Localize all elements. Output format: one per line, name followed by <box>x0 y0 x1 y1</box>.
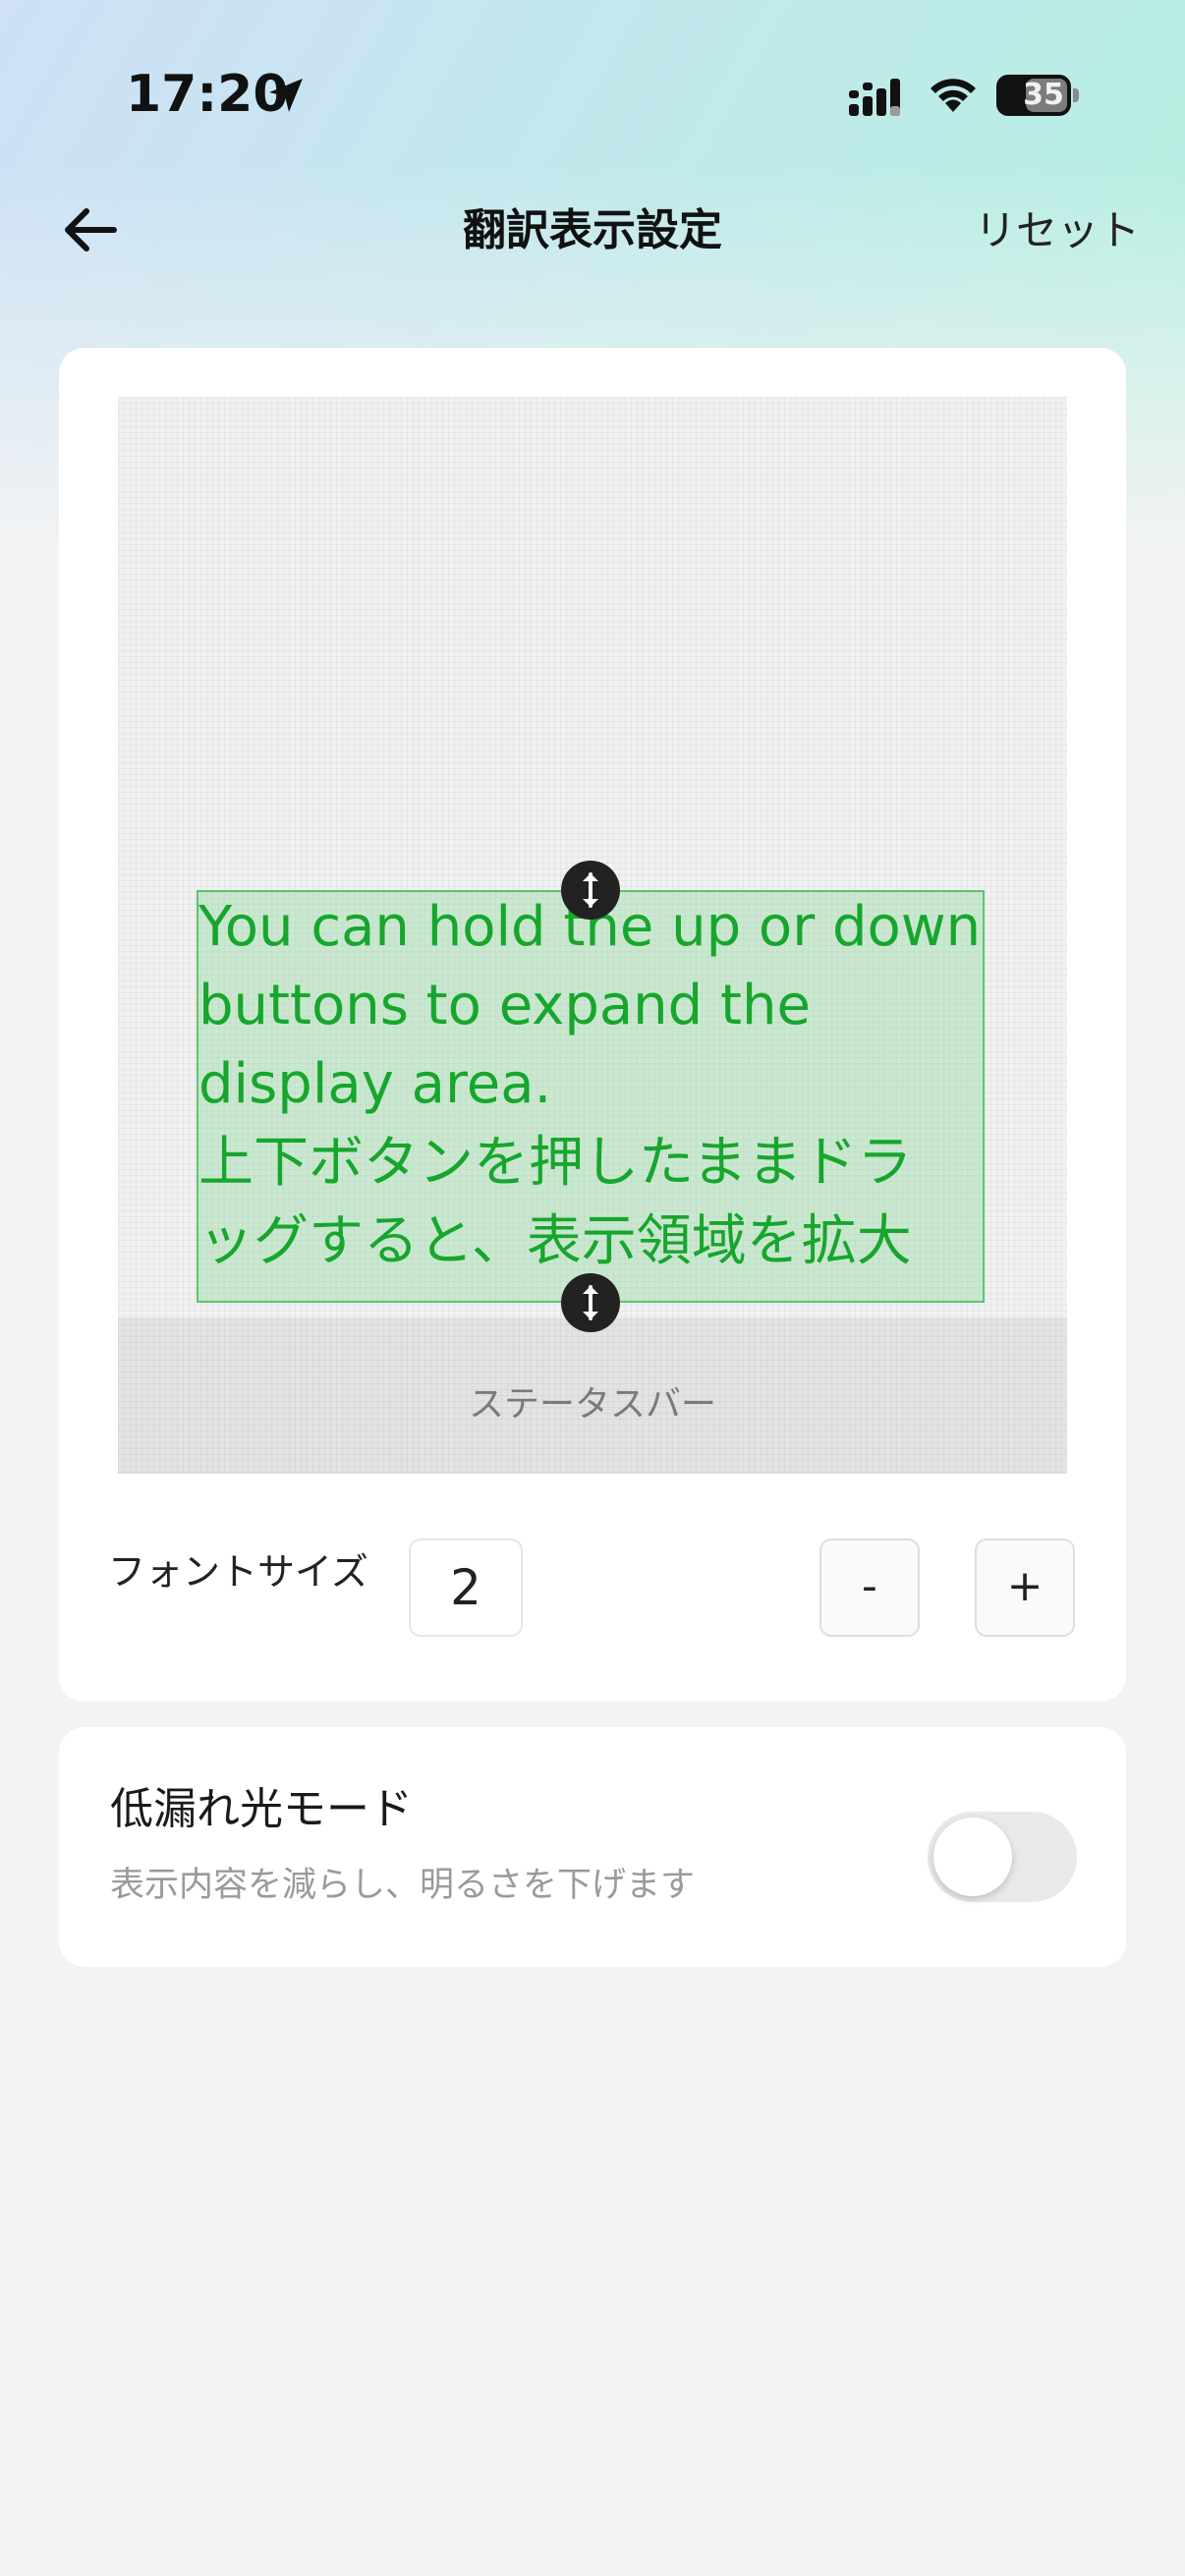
low-light-mode-title: 低漏れ光モード <box>110 1784 413 1834</box>
font-size-value: 2 <box>409 1539 523 1637</box>
translation-display-area[interactable]: You can hold the up or down buttons to e… <box>197 890 985 1303</box>
page-title: 翻訳表示設定 <box>463 205 722 255</box>
toggle-knob <box>933 1818 1012 1896</box>
increase-font-button[interactable]: + <box>975 1539 1075 1637</box>
low-light-mode-toggle[interactable] <box>928 1812 1077 1902</box>
status-bar-preview: ステータスバー <box>118 1318 1067 1474</box>
battery-level: 35 <box>1023 78 1064 112</box>
arrow-left-icon <box>65 208 117 252</box>
low-light-mode-card: 低漏れ光モード 表示内容を減らし、明るさを下げます <box>59 1727 1126 1967</box>
vertical-resize-arrows-icon <box>583 1285 598 1320</box>
resize-handle-bottom[interactable] <box>561 1273 620 1332</box>
reset-button[interactable]: リセット <box>943 196 1140 265</box>
low-light-mode-description: 表示内容を減らし、明るさを下げます <box>110 1866 696 1905</box>
resize-handle-top[interactable] <box>561 861 620 920</box>
location-arrow-icon <box>263 73 309 118</box>
battery-icon: 35 <box>996 75 1079 116</box>
back-button[interactable] <box>55 193 134 271</box>
display-settings-card: ステータスバー You can hold the up or down butt… <box>59 348 1126 1702</box>
font-size-label: フォントサイズ <box>108 1550 368 1594</box>
display-sample-text: You can hold the up or down buttons to e… <box>198 895 982 1273</box>
preview-area: ステータスバー You can hold the up or down butt… <box>118 397 1067 1474</box>
cellular-signal-icon <box>847 77 906 118</box>
wifi-icon <box>926 73 981 116</box>
status-bar-label: ステータスバー <box>468 1384 716 1425</box>
decrease-font-button[interactable]: - <box>819 1539 920 1637</box>
status-bar: 17:20 35 <box>0 0 1185 187</box>
vertical-resize-arrows-icon <box>583 872 598 908</box>
